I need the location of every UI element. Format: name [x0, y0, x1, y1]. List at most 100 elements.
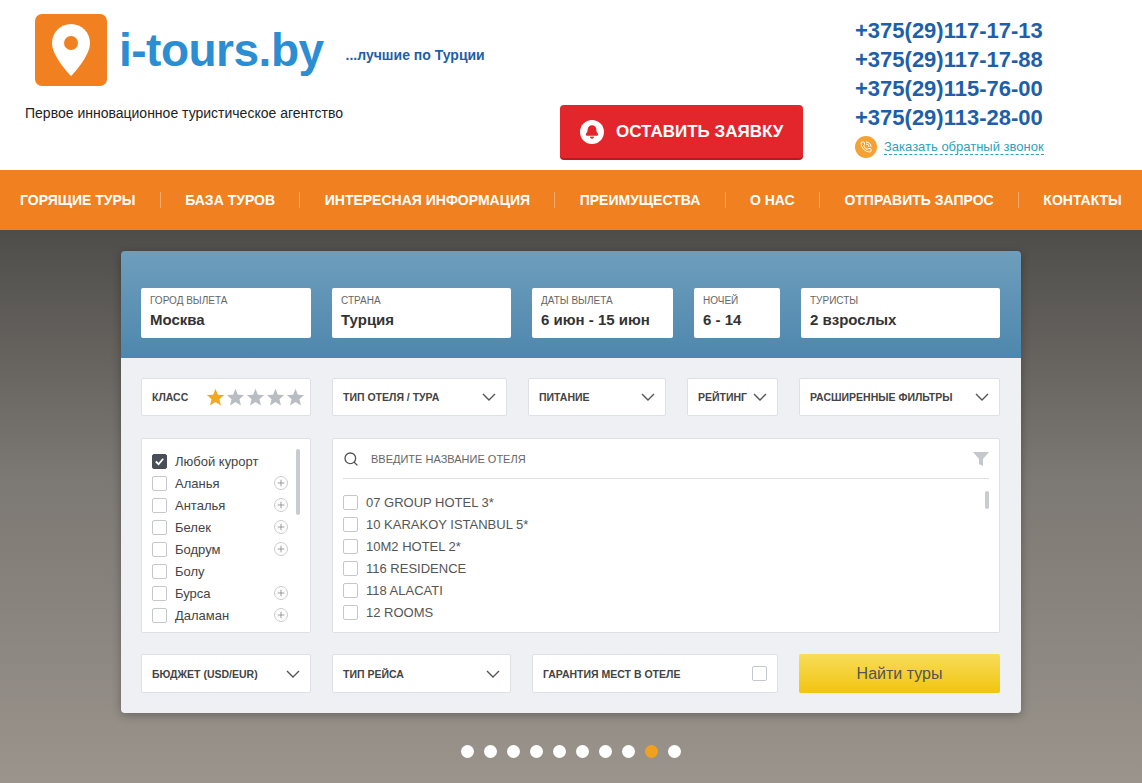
class-filter[interactable]: КЛАСС — [141, 378, 311, 416]
checkbox[interactable] — [152, 476, 167, 491]
carousel-dot[interactable] — [530, 745, 543, 758]
checkbox[interactable] — [343, 539, 358, 554]
logo[interactable]: i-tours.by...лучшие по Турции — [35, 14, 560, 86]
hotel-item[interactable]: 10M2 HOTEL 2* — [343, 535, 979, 557]
search-field[interactable]: ТУРИСТЫ2 взрослых — [801, 288, 1000, 338]
filter-row: КЛАСС ТИП ОТЕЛЯ / ТУРА ПИТАНИЕ РЕЙТИНГ РАСШИ… — [141, 378, 1000, 416]
checkbox[interactable] — [152, 498, 167, 513]
hotel-item[interactable]: 07 GROUP HOTEL 3* — [343, 491, 979, 513]
checkbox[interactable] — [152, 520, 167, 535]
chevron-down-icon — [482, 393, 496, 401]
field-label: ТУРИСТЫ — [810, 295, 991, 306]
resort-item[interactable]: Любой курорт — [152, 450, 288, 472]
hotel-item[interactable]: 116 RESIDENCE — [343, 557, 979, 579]
star-icon[interactable] — [246, 388, 265, 406]
carousel-dot[interactable] — [553, 745, 566, 758]
filter-icon[interactable] — [973, 452, 989, 466]
scrollbar[interactable] — [296, 449, 300, 515]
checkbox[interactable] — [343, 517, 358, 532]
filter-dropdown[interactable]: РАСШИРЕННЫЕ ФИЛЬТРЫ — [799, 378, 1000, 416]
expand-icon[interactable] — [274, 520, 288, 534]
search-field[interactable]: ДАТЫ ВЫЛЕТА6 июн - 15 июн — [532, 288, 673, 338]
scrollbar[interactable] — [985, 491, 989, 509]
checkbox[interactable] — [343, 583, 358, 598]
carousel-dot[interactable] — [507, 745, 520, 758]
field-value: 6 - 14 — [703, 311, 771, 328]
search-field[interactable]: СТРАНАТурция — [332, 288, 511, 338]
resort-item[interactable]: Белек — [152, 516, 288, 538]
chevron-down-icon — [641, 393, 655, 401]
star-icon[interactable] — [266, 388, 285, 406]
nav-item[interactable]: ИНТЕРЕСНАЯ ИНФОРМАЦИЯ — [325, 192, 530, 208]
expand-icon[interactable] — [274, 542, 288, 556]
callback-link[interactable]: Заказать обратный звонок — [884, 139, 1044, 155]
carousel-dot[interactable] — [622, 745, 635, 758]
hero-photo: ГОРОД ВЫЛЕТАМосква СТРАНАТурция ДАТЫ ВЫЛЕТ… — [0, 230, 1142, 783]
resort-item[interactable]: Болу — [152, 560, 288, 582]
nav-item[interactable]: БАЗА ТУРОВ — [185, 192, 275, 208]
resort-item[interactable]: Анталья — [152, 494, 288, 516]
resort-item[interactable]: Даламан — [152, 604, 288, 626]
filter-dropdown[interactable]: РЕЙТИНГ — [687, 378, 778, 416]
find-tours-button[interactable]: Найти туры — [799, 654, 1000, 693]
nav-separator — [725, 192, 726, 208]
carousel-dot[interactable] — [484, 745, 497, 758]
phone-number[interactable]: +375(29)117-17-88 — [855, 45, 1044, 74]
nav-separator — [160, 192, 161, 208]
search-panel: ГОРОД ВЫЛЕТАМосква СТРАНАТурция ДАТЫ ВЫЛЕТ… — [121, 251, 1021, 713]
checkbox[interactable] — [152, 608, 167, 623]
checkbox[interactable] — [343, 561, 358, 576]
carousel-dot[interactable] — [645, 745, 658, 758]
brand-name[interactable]: i-tours.by — [119, 23, 324, 77]
checkbox[interactable] — [343, 495, 358, 510]
star-icon[interactable] — [226, 388, 245, 406]
field-value: Турция — [341, 311, 502, 328]
resort-item[interactable]: Бурса — [152, 582, 288, 604]
resort-item[interactable]: Бодрум — [152, 538, 288, 560]
hotel-item[interactable]: 10 KARAKOY ISTANBUL 5* — [343, 513, 979, 535]
nav-item[interactable]: КОНТАКТЫ — [1043, 192, 1121, 208]
hotel-item[interactable]: 118 ALACATI — [343, 579, 979, 601]
chevron-down-icon — [975, 393, 989, 401]
search-field[interactable]: ГОРОД ВЫЛЕТАМосква — [141, 288, 311, 338]
carousel-dot[interactable] — [668, 745, 681, 758]
expand-icon[interactable] — [274, 586, 288, 600]
checkbox[interactable] — [343, 605, 358, 620]
checkbox[interactable] — [752, 666, 767, 681]
phone-number[interactable]: +375(29)115-76-00 — [855, 74, 1044, 103]
nav-separator — [1018, 192, 1019, 208]
search-field[interactable]: НОЧЕЙ 6 - 14 — [694, 288, 780, 338]
bell-icon — [580, 120, 604, 144]
star-icon[interactable] — [206, 388, 225, 406]
nav-item[interactable]: ОТПРАВИТЬ ЗАПРОС — [844, 192, 993, 208]
checkbox[interactable] — [152, 542, 167, 557]
checkbox[interactable] — [152, 564, 167, 579]
logo-icon[interactable] — [35, 14, 107, 86]
checkbox[interactable] — [152, 586, 167, 601]
hotel-item[interactable]: 12 ROOMS — [343, 601, 979, 623]
carousel-dot[interactable] — [599, 745, 612, 758]
carousel-dot[interactable] — [576, 745, 589, 758]
expand-icon[interactable] — [274, 608, 288, 622]
expand-icon[interactable] — [274, 476, 288, 490]
list-row: Любой курортАланьяАнтальяБелекБодрумБолу… — [141, 438, 1000, 633]
hotel-search-input[interactable] — [369, 452, 963, 466]
resort-item[interactable]: Аланья — [152, 472, 288, 494]
phone-number[interactable]: +375(29)117-17-13 — [855, 16, 1044, 45]
field-label: НОЧЕЙ — [703, 295, 771, 306]
nav-item[interactable]: ГОРЯЩИЕ ТУРЫ — [20, 192, 136, 208]
guarantee-filter[interactable]: ГАРАНТИЯ МЕСТ В ОТЕЛЕ — [532, 654, 778, 693]
filter-dropdown[interactable]: ПИТАНИЕ — [528, 378, 666, 416]
checkbox[interactable] — [152, 454, 167, 469]
nav-item[interactable]: О НАС — [750, 192, 795, 208]
request-button[interactable]: ОСТАВИТЬ ЗАЯВКУ — [560, 105, 803, 158]
carousel-dot[interactable] — [461, 745, 474, 758]
hotel-list: 07 GROUP HOTEL 3*10 KARAKOY ISTANBUL 5*1… — [332, 438, 1000, 633]
filter-dropdown[interactable]: ТИП ОТЕЛЯ / ТУРА — [332, 378, 507, 416]
bottom-dropdown[interactable]: ТИП РЕЙСА — [332, 654, 511, 693]
phone-number[interactable]: +375(29)113-28-00 — [855, 103, 1044, 132]
bottom-dropdown[interactable]: БЮДЖЕТ (USD/EUR) — [141, 654, 311, 693]
expand-icon[interactable] — [274, 498, 288, 512]
nav-item[interactable]: ПРЕИМУЩЕСТВА — [580, 192, 701, 208]
star-icon[interactable] — [286, 388, 305, 406]
